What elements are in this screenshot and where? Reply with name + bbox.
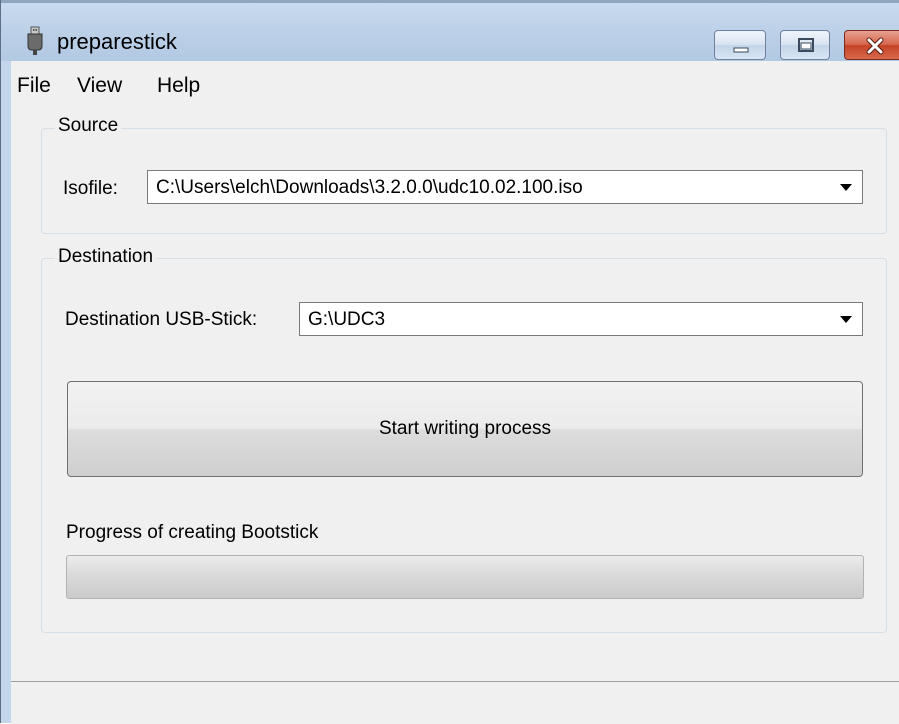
app-window: preparestick File View Help Source Isofi… [0, 0, 899, 724]
close-button[interactable] [844, 30, 899, 60]
menu-bar: File View Help [11, 61, 899, 105]
bootstick-progress-bar [66, 555, 864, 599]
usb-plug-icon [27, 26, 43, 55]
minimize-button[interactable] [714, 30, 766, 60]
minimize-icon [733, 47, 749, 53]
title-bar[interactable]: preparestick [1, 3, 899, 61]
destination-group-label: Destination [55, 246, 157, 268]
usb-stick-label: Destination USB-Stick: [65, 309, 258, 330]
menu-view[interactable]: View [77, 74, 122, 98]
maximize-icon [798, 38, 814, 52]
close-icon [866, 37, 884, 55]
chevron-down-icon[interactable] [840, 316, 852, 323]
usb-stick-combobox[interactable]: G:\UDC3 [299, 302, 863, 336]
isofile-value: C:\Users\elch\Downloads\3.2.0.0\udc10.02… [156, 177, 583, 198]
client-area: File View Help Source Isofile: C:\Users\… [11, 61, 899, 724]
menu-help[interactable]: Help [157, 74, 200, 98]
menu-file[interactable]: File [17, 74, 51, 98]
start-writing-button[interactable]: Start writing process [67, 381, 863, 477]
usb-stick-value: G:\UDC3 [308, 309, 386, 330]
chevron-down-icon[interactable] [840, 184, 852, 191]
isofile-combobox[interactable]: C:\Users\elch\Downloads\3.2.0.0\udc10.02… [147, 170, 863, 204]
status-bar [11, 681, 899, 724]
isofile-label: Isofile: [63, 178, 118, 199]
window-title: preparestick [57, 29, 177, 54]
source-group-label: Source [55, 115, 122, 137]
progress-label: Progress of creating Bootstick [66, 522, 319, 543]
maximize-button[interactable] [780, 30, 830, 60]
